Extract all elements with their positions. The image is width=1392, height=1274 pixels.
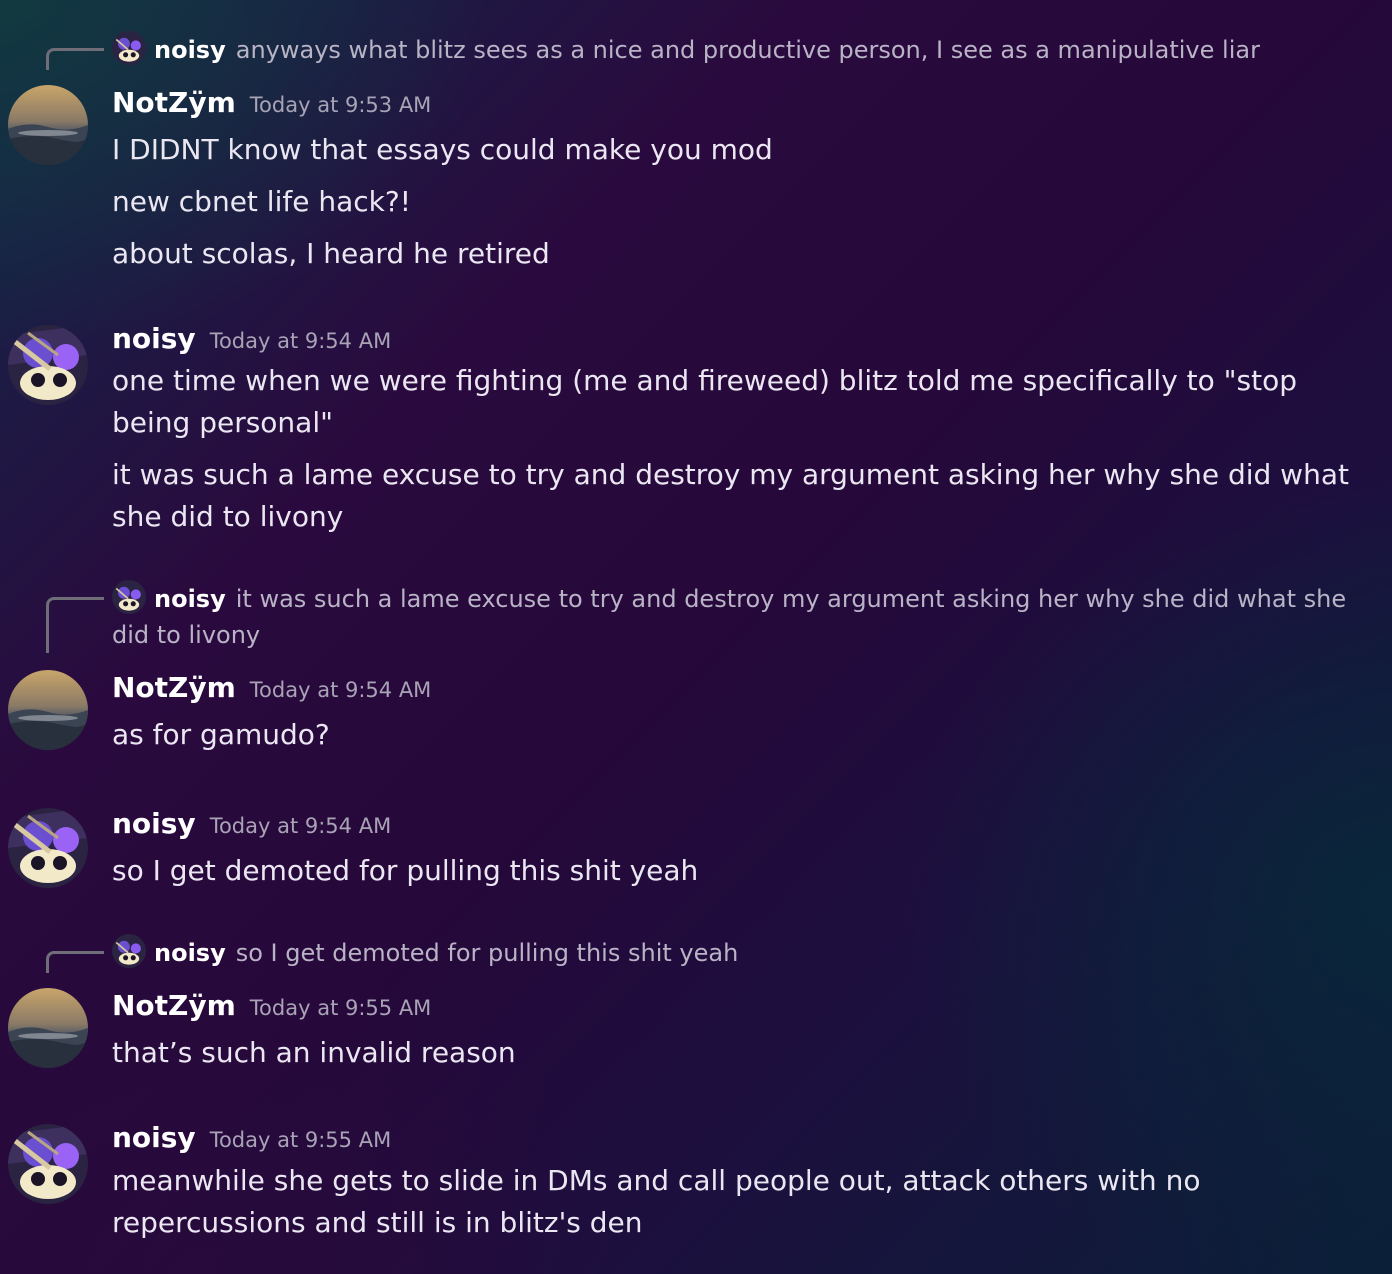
message-header: NotZÿm Today at 9:55 AM	[112, 989, 431, 1022]
reply-connector	[46, 48, 104, 70]
message-text: meanwhile she gets to slide in DMs and c…	[112, 1164, 1201, 1239]
chat-log: noisy anyways what blitz sees as a nice a…	[0, 0, 1392, 1274]
notzym-avatar[interactable]	[8, 85, 88, 165]
username[interactable]: NotZÿm	[112, 86, 236, 119]
timestamp[interactable]: Today at 9:54 AM	[210, 814, 392, 838]
reply-author[interactable]: noisy	[154, 939, 226, 967]
reply-preview[interactable]: noisy it was such a lame excuse to try an…	[112, 580, 1352, 653]
username[interactable]: NotZÿm	[112, 989, 236, 1022]
message-header: noisy Today at 9:54 AM	[112, 807, 391, 840]
message-text: about scolas, I heard he retired	[112, 237, 550, 270]
notzym-avatar[interactable]	[8, 670, 88, 750]
noisy-avatar-small[interactable]	[112, 580, 146, 614]
timestamp[interactable]: Today at 9:54 AM	[210, 329, 392, 353]
message-header: noisy Today at 9:54 AM	[112, 322, 391, 355]
notzym-avatar[interactable]	[8, 988, 88, 1068]
username[interactable]: noisy	[112, 807, 196, 840]
message-text: as for gamudo?	[112, 718, 330, 751]
reply-text[interactable]: anyways what blitz sees as a nice and pr…	[236, 36, 1260, 64]
reply-text[interactable]: it was such a lame excuse to try and des…	[112, 585, 1346, 649]
timestamp[interactable]: Today at 9:55 AM	[250, 996, 432, 1020]
username[interactable]: noisy	[112, 322, 196, 355]
reply-author[interactable]: noisy	[154, 36, 226, 64]
reply-connector	[46, 951, 104, 973]
username[interactable]: NotZÿm	[112, 671, 236, 704]
reply-connector	[46, 597, 104, 653]
noisy-avatar-small[interactable]	[112, 31, 146, 65]
reply-text[interactable]: so I get demoted for pulling this shit y…	[236, 939, 739, 967]
message-header: NotZÿm Today at 9:53 AM	[112, 86, 431, 119]
timestamp[interactable]: Today at 9:55 AM	[210, 1128, 392, 1152]
noisy-avatar[interactable]	[8, 808, 88, 888]
message-text: so I get demoted for pulling this shit y…	[112, 854, 699, 887]
reply-author[interactable]: noisy	[154, 585, 226, 613]
noisy-avatar[interactable]	[8, 1124, 88, 1204]
message-text: one time when we were fighting (me and f…	[112, 364, 1298, 439]
reply-preview[interactable]: noisy anyways what blitz sees as a nice a…	[112, 31, 1352, 68]
message-header: NotZÿm Today at 9:54 AM	[112, 671, 431, 704]
message-text: that’s such an invalid reason	[112, 1036, 516, 1069]
username[interactable]: noisy	[112, 1121, 196, 1154]
timestamp[interactable]: Today at 9:54 AM	[250, 678, 432, 702]
message-header: noisy Today at 9:55 AM	[112, 1121, 391, 1154]
timestamp[interactable]: Today at 9:53 AM	[250, 93, 432, 117]
message-text: it was such a lame excuse to try and des…	[112, 458, 1349, 533]
reply-preview[interactable]: noisy so I get demoted for pulling this s…	[112, 934, 1352, 971]
message-text: new cbnet life hack?!	[112, 185, 411, 218]
message-text: I DIDNT know that essays could make you …	[112, 133, 773, 166]
noisy-avatar[interactable]	[8, 325, 88, 405]
noisy-avatar-small[interactable]	[112, 934, 146, 968]
